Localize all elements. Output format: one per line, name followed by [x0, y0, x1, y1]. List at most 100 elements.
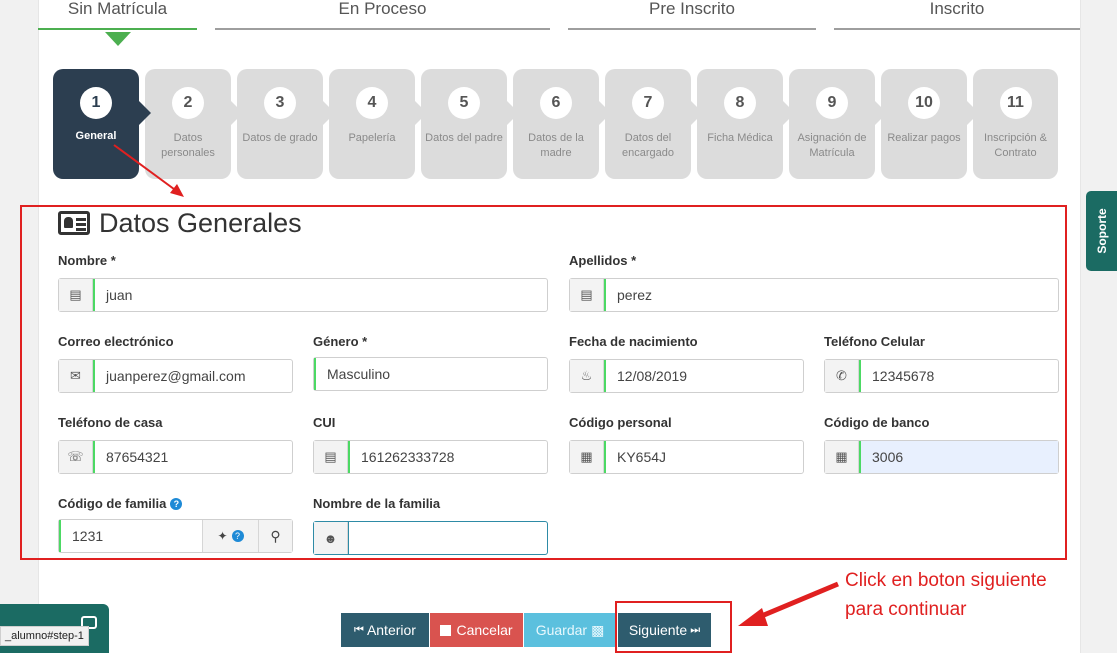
- status-tab-label: En Proceso: [338, 0, 427, 18]
- fecha-value[interactable]: 12/08/2019: [604, 360, 803, 392]
- building-icon: ▦: [825, 441, 859, 473]
- status-tab-inscrito[interactable]: Inscrito: [834, 0, 1080, 32]
- step-label: Datos del encargado: [622, 132, 674, 159]
- step-realizar-pagos[interactable]: 10 Realizar pagos: [881, 69, 979, 179]
- casa-value[interactable]: 87654321: [93, 441, 292, 473]
- nombre-familia-field[interactable]: ☻: [313, 521, 548, 555]
- cui-value[interactable]: 161262333728: [348, 441, 547, 473]
- codigo-personal-value[interactable]: KY654J: [604, 441, 803, 473]
- step-label: Datos de la madre: [528, 132, 584, 159]
- step-label: Asignación de Matrícula: [797, 132, 867, 159]
- step-number: 8: [724, 87, 756, 119]
- nombre-field[interactable]: ▤ juan: [58, 278, 548, 312]
- annotation-line-1: Click en boton siguiente: [845, 570, 1047, 591]
- cancelar-label: Cancelar: [456, 622, 513, 638]
- step-papeleria[interactable]: 4 Papelería: [329, 69, 427, 179]
- correo-label: Correo electrónico: [58, 334, 174, 349]
- apellidos-value[interactable]: perez: [604, 279, 1058, 311]
- step-datos-personales[interactable]: 2 Datos personales: [145, 69, 243, 179]
- building-icon: ▦: [570, 441, 604, 473]
- step-asignacion-de-matricula[interactable]: 9 Asignación de Matrícula: [789, 69, 887, 179]
- codigo-personal-field[interactable]: ▦ KY654J: [569, 440, 804, 474]
- soporte-tab[interactable]: Soporte: [1086, 191, 1117, 271]
- status-tab-underline: [568, 28, 816, 30]
- step-backward-icon: ⏮: [354, 623, 364, 636]
- step-arrow-icon: [137, 99, 151, 127]
- celular-field[interactable]: ✆ 12345678: [824, 359, 1059, 393]
- annotation-note: Click en boton siguiente para continuar: [845, 566, 1105, 624]
- nombre-value[interactable]: juan: [93, 279, 547, 311]
- list-icon: ▤: [570, 279, 604, 311]
- step-arrow-icon: [229, 99, 243, 127]
- anterior-button[interactable]: ⏮ Anterior: [341, 613, 429, 647]
- step-inscripcion-contrato[interactable]: 11 Inscripción & Contrato: [973, 69, 1058, 179]
- step-arrow-icon: [689, 99, 703, 127]
- fax-icon: ☏: [59, 441, 93, 473]
- status-tab-label: Pre Inscrito: [649, 0, 735, 18]
- search-icon: ⚲: [270, 527, 281, 544]
- correo-value[interactable]: juanperez@gmail.com: [93, 360, 292, 392]
- help-icon[interactable]: ?: [170, 498, 183, 510]
- list-icon: ▤: [314, 441, 348, 473]
- step-arrow-icon: [597, 99, 611, 127]
- genero-select[interactable]: Masculino: [313, 357, 548, 391]
- guardar-button[interactable]: Guardar ▩: [524, 613, 616, 647]
- status-tab-underline: [38, 28, 197, 30]
- status-tab-en-proceso[interactable]: En Proceso: [215, 0, 550, 32]
- codigo-banco-value[interactable]: 3006: [859, 441, 1058, 473]
- magic-wand-button[interactable]: ✦?: [202, 520, 258, 552]
- step-label: Datos de grado: [242, 132, 318, 144]
- codigo-familia-label: Código de familia?: [58, 496, 183, 511]
- step-number: 4: [356, 87, 388, 119]
- status-tab-label: Inscrito: [929, 0, 985, 18]
- status-tab-sin-matricula[interactable]: Sin Matrícula: [38, 0, 197, 46]
- step-general[interactable]: 1 General: [53, 69, 151, 179]
- apellidos-field[interactable]: ▤ perez: [569, 278, 1059, 312]
- codigo-personal-label: Código personal: [569, 415, 672, 430]
- status-tab-pre-inscrito[interactable]: Pre Inscrito: [568, 0, 816, 32]
- annotation-line-2: para continuar: [845, 599, 967, 620]
- cui-field[interactable]: ▤ 161262333728: [313, 440, 548, 474]
- step-datos-del-padre[interactable]: 5 Datos del padre: [421, 69, 519, 179]
- users-icon: ☻: [314, 522, 348, 554]
- step-datos-de-grado[interactable]: 3 Datos de grado: [237, 69, 335, 179]
- step-arrow-icon: [413, 99, 427, 127]
- step-label: Datos del padre: [425, 132, 503, 144]
- step-ficha-medica[interactable]: 8 Ficha Médica: [697, 69, 795, 179]
- genero-value[interactable]: Masculino: [314, 358, 547, 390]
- apellidos-label: Apellidos *: [569, 253, 637, 268]
- step-label: General: [75, 130, 117, 142]
- codigo-banco-field[interactable]: ▦ 3006: [824, 440, 1059, 474]
- step-number: 9: [816, 87, 848, 119]
- status-tab-underline: [215, 28, 550, 30]
- nombre-label: Nombre *: [58, 253, 116, 268]
- birthday-cake-icon: ♨: [570, 360, 604, 392]
- step-number: 11: [999, 87, 1032, 119]
- cancelar-button[interactable]: Cancelar: [430, 613, 523, 647]
- step-label: Inscripción & Contrato: [984, 132, 1047, 159]
- annotation-next-box: [615, 601, 732, 653]
- step-arrow-icon: [321, 99, 335, 127]
- fecha-field[interactable]: ♨ 12/08/2019: [569, 359, 804, 393]
- step-datos-del-encargado[interactable]: 7 Datos del encargado: [605, 69, 703, 179]
- codigo-familia-field[interactable]: 1231 ✦? ⚲: [58, 519, 293, 553]
- celular-value[interactable]: 12345678: [859, 360, 1058, 392]
- step-label: Datos personales: [161, 132, 215, 159]
- casa-label: Teléfono de casa: [58, 415, 163, 430]
- guardar-label: Guardar: [535, 622, 588, 638]
- search-button[interactable]: ⚲: [258, 520, 292, 552]
- magic-wand-icon: ✦: [217, 529, 228, 543]
- codigo-familia-value[interactable]: 1231: [59, 520, 202, 552]
- step-number: 7: [632, 87, 664, 119]
- step-arrow-icon: [873, 99, 887, 127]
- correo-field[interactable]: ✉ juanperez@gmail.com: [58, 359, 293, 393]
- nombre-familia-value[interactable]: [348, 522, 547, 554]
- step-datos-de-la-madre[interactable]: 6 Datos de la madre: [513, 69, 611, 179]
- soporte-label: Soporte: [1094, 208, 1109, 254]
- casa-field[interactable]: ☏ 87654321: [58, 440, 293, 474]
- step-number: 6: [540, 87, 572, 119]
- step-label: Papelería: [348, 132, 396, 144]
- step-arrow-icon: [781, 99, 795, 127]
- nombre-familia-label: Nombre de la familia: [313, 496, 441, 511]
- status-tab-label: Sin Matrícula: [67, 0, 168, 18]
